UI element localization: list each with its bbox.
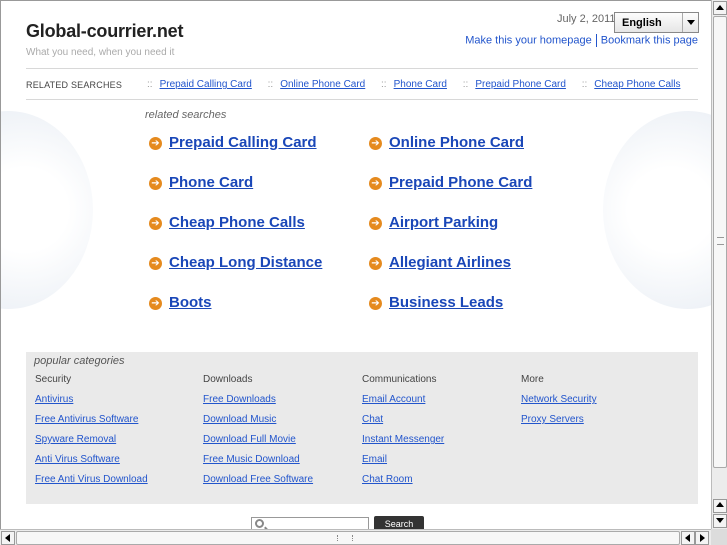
related-searches-bar: RELATED SEARCHES :: Prepaid Calling Card …: [26, 68, 698, 100]
related-bar-link[interactable]: Phone Card: [394, 79, 447, 90]
related-search-item[interactable]: ➔ Phone Card: [149, 174, 253, 191]
top-links: Make this your homepage Bookmark this pag…: [465, 34, 698, 47]
decorative-globe-right: [603, 111, 711, 309]
related-bar-link[interactable]: Prepaid Phone Card: [475, 79, 566, 90]
arrow-right-icon: ➔: [149, 217, 162, 230]
separator: ::: [581, 79, 588, 90]
category-link[interactable]: Free Music Download: [203, 454, 313, 465]
arrow-right-icon: ➔: [149, 297, 162, 310]
grip-icon: [717, 237, 724, 245]
arrow-right-icon: ➔: [149, 177, 162, 190]
category-link[interactable]: Download Full Movie: [203, 434, 313, 445]
popular-categories-title: popular categories: [34, 355, 125, 367]
separator: ::: [147, 79, 153, 90]
separator: ::: [381, 79, 387, 90]
related-search-link[interactable]: Business Leads: [389, 294, 503, 311]
category-link[interactable]: Free Anti Virus Download: [35, 474, 148, 485]
horizontal-scroll-thumb[interactable]: [16, 531, 680, 545]
category-link[interactable]: Instant Messenger: [362, 434, 444, 445]
scroll-down-icon[interactable]: [713, 514, 727, 528]
search-icon: [255, 519, 264, 528]
category-column-security: Security Antivirus Free Antivirus Softwa…: [35, 374, 148, 494]
category-link[interactable]: Chat Room: [362, 474, 444, 485]
related-search-link[interactable]: Airport Parking: [389, 214, 498, 231]
scroll-left-icon[interactable]: [681, 531, 695, 545]
category-link[interactable]: Download Free Software: [203, 474, 313, 485]
category-heading: Downloads: [203, 374, 253, 385]
related-search-item[interactable]: ➔ Allegiant Airlines: [369, 254, 511, 271]
category-link[interactable]: Antivirus: [35, 394, 148, 405]
related-bar-link[interactable]: Prepaid Calling Card: [160, 79, 252, 90]
separator: ::: [267, 79, 274, 90]
page: Global-courrier.net What you need, when …: [0, 0, 711, 529]
category-heading: Communications: [362, 374, 437, 385]
search-button[interactable]: Search: [374, 516, 424, 529]
category-link[interactable]: Download Music: [203, 414, 313, 425]
category-column-downloads: Downloads Free Downloads Download Music …: [203, 374, 313, 494]
vertical-scrollbar[interactable]: [711, 0, 727, 529]
make-homepage-link[interactable]: Make this your homepage: [465, 34, 592, 46]
related-search-item[interactable]: ➔ Business Leads: [369, 294, 503, 311]
category-column-communications: Communications Email Account Chat Instan…: [362, 374, 444, 494]
related-bar-link[interactable]: Online Phone Card: [280, 79, 365, 90]
grip-icon: [337, 535, 353, 541]
category-link[interactable]: Chat: [362, 414, 444, 425]
related-search-item[interactable]: ➔ Cheap Long Distance: [149, 254, 322, 271]
related-search-item[interactable]: ➔ Boots: [149, 294, 212, 311]
arrow-right-icon: ➔: [369, 177, 382, 190]
arrow-right-icon: ➔: [369, 257, 382, 270]
separator: ::: [462, 79, 469, 90]
category-heading: Security: [35, 374, 72, 385]
related-search-item[interactable]: ➔ Online Phone Card: [369, 134, 524, 151]
related-search-link[interactable]: Cheap Long Distance: [169, 254, 322, 271]
arrow-right-icon: ➔: [149, 257, 162, 270]
category-link[interactable]: Network Security: [521, 394, 597, 405]
category-column-more: More Network Security Proxy Servers: [521, 374, 597, 434]
bookmark-link[interactable]: Bookmark this page: [601, 34, 698, 46]
scroll-up-icon[interactable]: [713, 499, 727, 513]
tagline: What you need, when you need it: [26, 47, 175, 58]
related-search-item[interactable]: ➔ Prepaid Phone Card: [369, 174, 532, 191]
scroll-up-icon[interactable]: [713, 1, 727, 15]
related-bar-link[interactable]: Cheap Phone Calls: [594, 79, 680, 90]
category-link[interactable]: Email Account: [362, 394, 444, 405]
arrow-right-icon: ➔: [369, 297, 382, 310]
language-select[interactable]: English: [614, 12, 699, 33]
related-searches-title: related searches: [145, 109, 227, 121]
date-label: July 2, 2011: [557, 13, 616, 25]
related-search-link[interactable]: Allegiant Airlines: [389, 254, 511, 271]
category-link[interactable]: Spyware Removal: [35, 434, 148, 445]
category-link[interactable]: Email: [362, 454, 444, 465]
arrow-right-icon: ➔: [369, 217, 382, 230]
related-search-item[interactable]: ➔ Prepaid Calling Card: [149, 134, 317, 151]
popular-categories: popular categories Security Antivirus Fr…: [26, 352, 698, 504]
arrow-right-icon: ➔: [149, 137, 162, 150]
scroll-right-icon[interactable]: [695, 531, 709, 545]
chevron-down-icon[interactable]: [682, 13, 698, 32]
category-link[interactable]: Proxy Servers: [521, 414, 597, 425]
search-input[interactable]: [251, 517, 369, 529]
decorative-globe-left: [1, 111, 93, 309]
related-search-link[interactable]: Online Phone Card: [389, 134, 524, 151]
related-bar-label: RELATED SEARCHES: [26, 80, 123, 90]
related-search-link[interactable]: Boots: [169, 294, 212, 311]
site-title: Global-courrier.net: [26, 21, 184, 41]
related-search-item[interactable]: ➔ Airport Parking: [369, 214, 498, 231]
related-search-link[interactable]: Prepaid Phone Card: [389, 174, 532, 191]
divider: [595, 34, 597, 47]
category-heading: More: [521, 374, 544, 385]
scroll-left-icon[interactable]: [1, 531, 15, 545]
category-link[interactable]: Free Downloads: [203, 394, 313, 405]
related-search-link[interactable]: Cheap Phone Calls: [169, 214, 305, 231]
related-search-item[interactable]: ➔ Cheap Phone Calls: [149, 214, 305, 231]
arrow-right-icon: ➔: [369, 137, 382, 150]
vertical-scroll-thumb[interactable]: [713, 16, 727, 468]
category-link[interactable]: Free Antivirus Software: [35, 414, 148, 425]
horizontal-scrollbar[interactable]: [0, 529, 711, 545]
category-link[interactable]: Anti Virus Software: [35, 454, 148, 465]
related-search-link[interactable]: Phone Card: [169, 174, 253, 191]
scrollbar-corner: [711, 529, 727, 545]
language-value: English: [622, 17, 662, 29]
related-search-link[interactable]: Prepaid Calling Card: [169, 134, 317, 151]
